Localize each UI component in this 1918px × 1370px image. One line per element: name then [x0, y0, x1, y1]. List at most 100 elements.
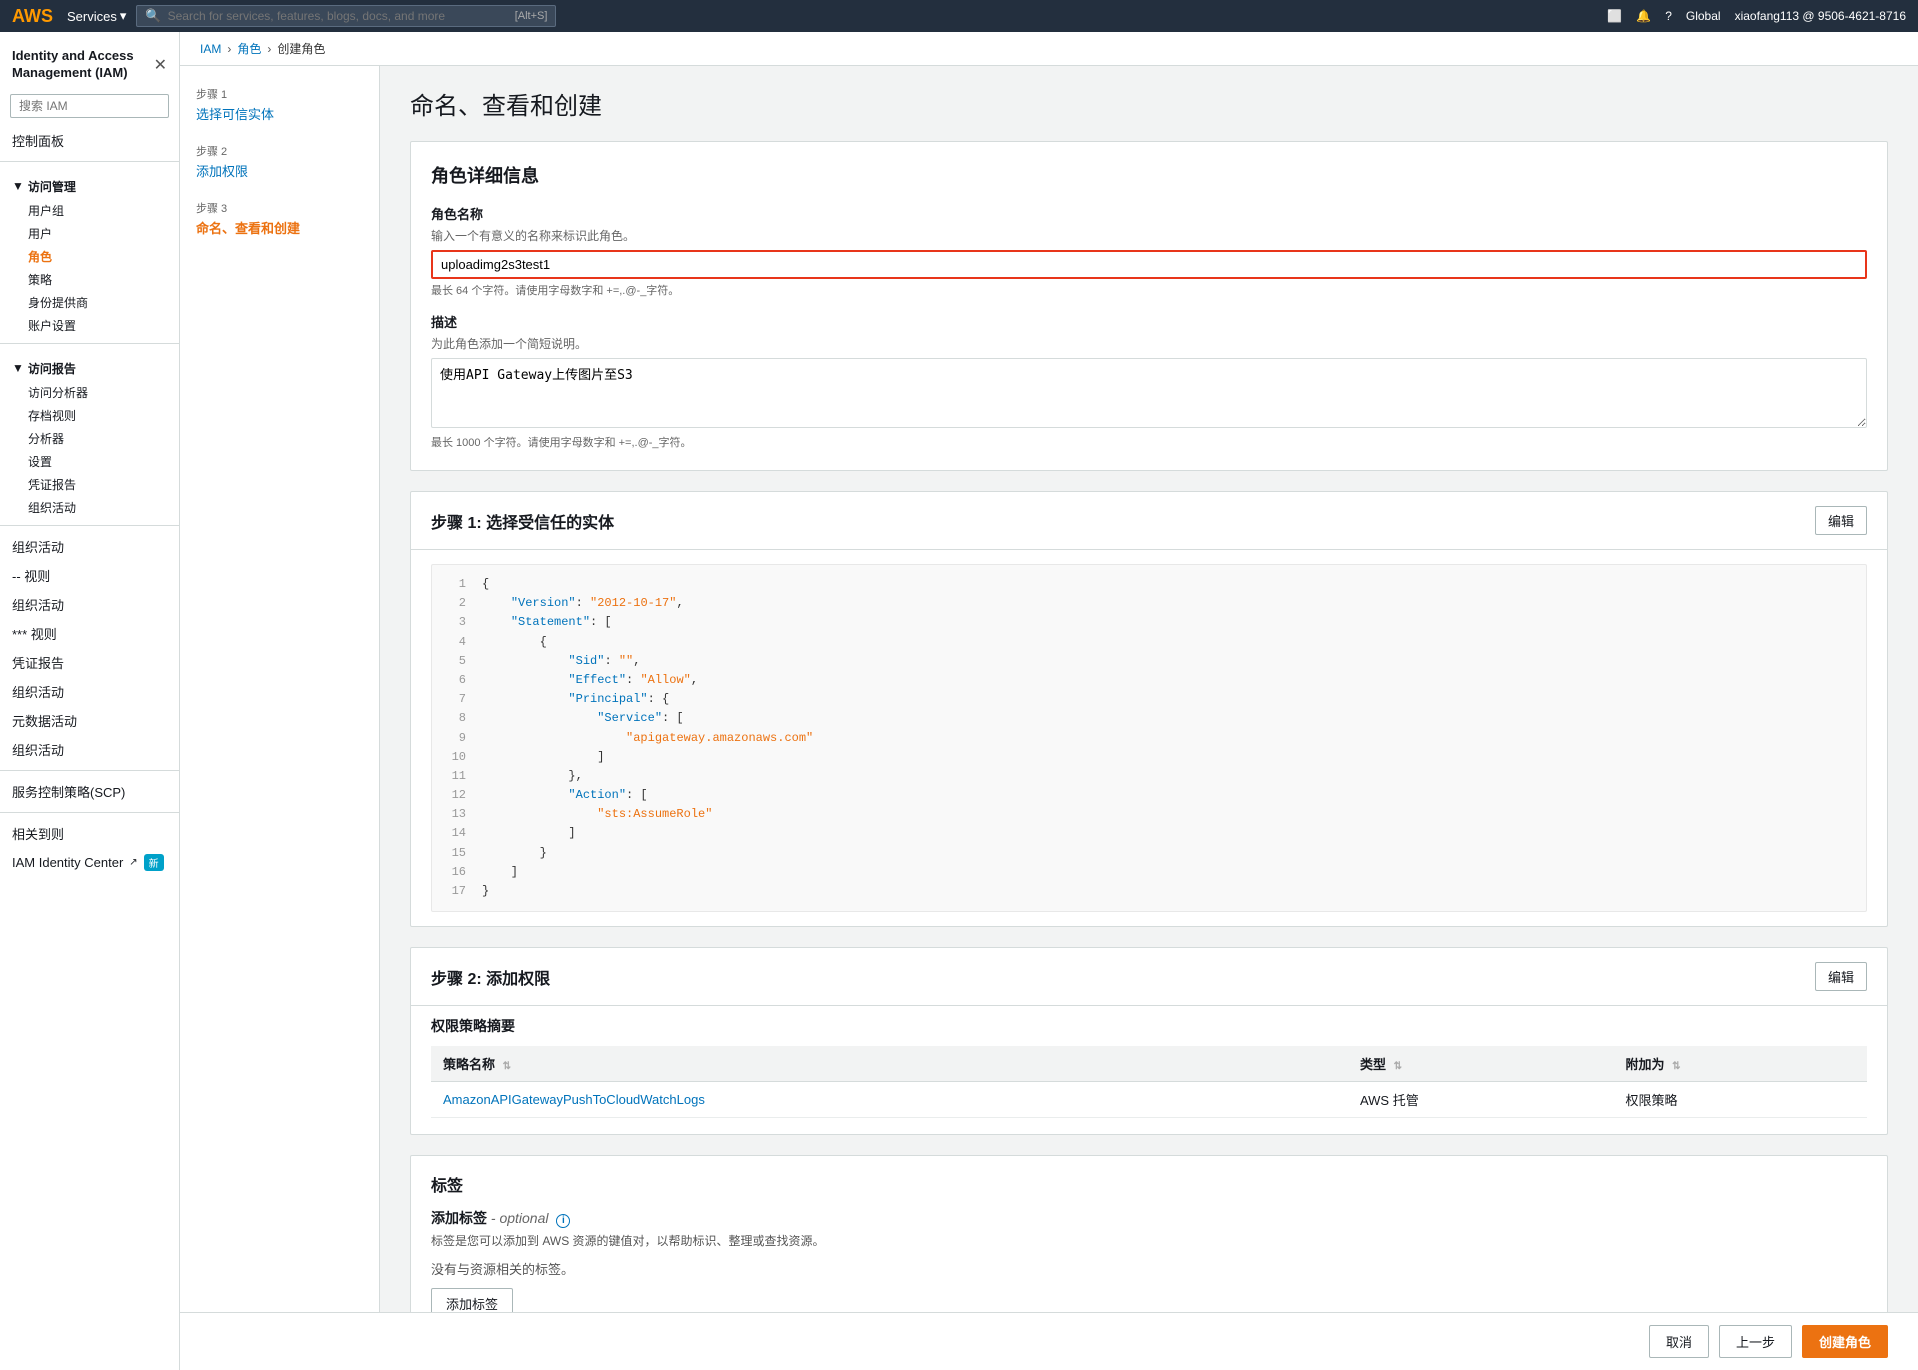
sidebar-section-access-reports[interactable]: ▼ 访问报告 [0, 350, 179, 381]
step2-section-title: 步骤 2: 添加权限 [431, 965, 550, 989]
top-navigation: AWS Services ▾ 🔍 [Alt+S] ⬜ 🔔 ? Global xi… [0, 0, 1918, 32]
search-icon: 🔍 [145, 8, 161, 24]
identity-center-label: IAM Identity Center [12, 855, 123, 870]
policy-table-wrapper: 权限策略摘要 策略名称 ⇅ 类型 ⇅ [411, 1006, 1887, 1134]
global-region-selector[interactable]: Global [1686, 9, 1721, 23]
role-name-input[interactable] [431, 250, 1867, 279]
page-wrapper: 步骤 1 选择可信实体 步骤 2 添加权限 步骤 3 命名、查看和创建 命名、查… [180, 66, 1918, 1370]
code-line-12: 12 "Action": [ [446, 786, 1852, 805]
sidebar-item-org-activity5[interactable]: *** 视则 [0, 619, 179, 648]
sidebar-item-roles[interactable]: 角色 [16, 245, 179, 268]
sidebar-item-access-analyzer[interactable]: 访问分析器 [16, 381, 179, 404]
external-link-icon: ↗ [129, 857, 137, 868]
section-arrow-icon: ▼ [12, 179, 24, 193]
sidebar-item-org-activity4[interactable]: 组织活动 [0, 590, 179, 619]
code-line-8: 8 "Service": [ [446, 709, 1852, 728]
sidebar-item-org-activity2[interactable]: 组织活动 [0, 532, 179, 561]
step-3-name[interactable]: 命名、查看和创建 [196, 218, 363, 237]
sidebar-title: Identity and Access Management (IAM) [12, 48, 154, 82]
sidebar-search-input[interactable] [10, 94, 169, 118]
services-menu[interactable]: Services ▾ [67, 8, 126, 24]
policy-type-cell: AWS 托管 [1348, 1082, 1613, 1118]
col-type-label: 类型 [1360, 1057, 1386, 1072]
sidebar-item-groups[interactable]: 用户组 [16, 199, 179, 222]
desc-textarea[interactable]: 使用API Gateway上传图片至S3 [431, 358, 1867, 428]
role-details-card: 角色详细信息 角色名称 输入一个有意义的名称来标识此角色。 最长 64 个字符。… [410, 141, 1888, 471]
policy-col-name[interactable]: 策略名称 ⇅ [431, 1046, 1348, 1082]
tags-info-icon[interactable]: i [556, 1214, 570, 1228]
step-3-item: 步骤 3 命名、查看和创建 [196, 200, 363, 237]
main-layout: Identity and Access Management (IAM) ✕ 控… [0, 32, 1918, 1370]
sidebar-close-icon[interactable]: ✕ [154, 55, 167, 75]
code-line-16: 16 ] [446, 863, 1852, 882]
steps-panel: 步骤 1 选择可信实体 步骤 2 添加权限 步骤 3 命名、查看和创建 [180, 66, 380, 1370]
form-area: 命名、查看和创建 角色详细信息 角色名称 输入一个有意义的名称来标识此角色。 最… [380, 66, 1918, 1370]
role-name-label: 角色名称 [431, 204, 1867, 223]
prev-step-button[interactable]: 上一步 [1719, 1325, 1792, 1358]
sidebar-item-identity-center[interactable]: IAM Identity Center ↗ 新 [0, 848, 179, 877]
sidebar-item-related[interactable]: 相关到则 [0, 819, 179, 848]
sidebar-item-credential2[interactable]: 凭证报告 [0, 648, 179, 677]
sidebar-section-access-mgmt[interactable]: ▼ 访问管理 [0, 168, 179, 199]
breadcrumb-roles[interactable]: 角色 [237, 40, 261, 57]
policy-col-type[interactable]: 类型 ⇅ [1348, 1046, 1613, 1082]
search-input[interactable] [168, 9, 509, 23]
sidebar-item-org7[interactable]: 元数据活动 [0, 706, 179, 735]
add-tags-subtitle: 添加标签 - optional i [431, 1208, 1867, 1228]
sidebar-item-archive-rules[interactable]: 存档视则 [16, 404, 179, 427]
section-arrow-icon2: ▼ [12, 361, 24, 375]
permissions-title: 权限策略摘要 [431, 1016, 1867, 1036]
aws-logo: AWS [12, 6, 53, 27]
sidebar-item-org8[interactable]: 组织活动 [0, 735, 179, 764]
sidebar-item-account-settings[interactable]: 账户设置 [16, 314, 179, 337]
breadcrumb: IAM › 角色 › 创建角色 [180, 32, 1918, 66]
code-line-1: 1{ [446, 575, 1852, 594]
step-3-label: 步骤 3 [196, 200, 363, 216]
code-line-17: 17} [446, 882, 1852, 901]
step1-edit-button[interactable]: 编辑 [1815, 506, 1867, 535]
code-line-10: 10 ] [446, 748, 1852, 767]
services-chevron-icon: ▾ [120, 8, 127, 24]
breadcrumb-current: 创建角色 [277, 40, 325, 57]
policy-table: 策略名称 ⇅ 类型 ⇅ 附加为 ⇅ [431, 1046, 1867, 1118]
step-2-name[interactable]: 添加权限 [196, 161, 363, 180]
step-1-name[interactable]: 选择可信实体 [196, 104, 363, 123]
sidebar-item-org6[interactable]: 组织活动 [0, 677, 179, 706]
sort-icon-name: ⇅ [503, 1061, 511, 1072]
cancel-button[interactable]: 取消 [1649, 1325, 1709, 1358]
sidebar-item-identity-providers[interactable]: 身份提供商 [16, 291, 179, 314]
breadcrumb-iam[interactable]: IAM [200, 42, 221, 56]
code-line-9: 9 "apigateway.amazonaws.com" [446, 729, 1852, 748]
step1-section-header: 步骤 1: 选择受信任的实体 编辑 [411, 492, 1887, 550]
table-row: AmazonAPIGatewayPushToCloudWatchLogs AWS… [431, 1082, 1867, 1118]
sidebar: Identity and Access Management (IAM) ✕ 控… [0, 32, 180, 1370]
global-search-bar[interactable]: 🔍 [Alt+S] [136, 5, 556, 27]
sidebar-item-policies[interactable]: 策略 [16, 268, 179, 291]
add-tags-hint: 标签是您可以添加到 AWS 资源的键值对，以帮助标识、整理或查找资源。 [431, 1232, 1867, 1249]
sidebar-item-credential-report[interactable]: 凭证报告 [16, 473, 179, 496]
sidebar-item-settings[interactable]: 设置 [16, 450, 179, 473]
optional-text: - optional [491, 1210, 549, 1226]
monitor-icon[interactable]: ⬜ [1607, 9, 1622, 23]
step2-section-header: 步骤 2: 添加权限 编辑 [411, 948, 1887, 1006]
add-tags-label: 添加标签 [431, 1210, 487, 1226]
sort-icon-type: ⇅ [1394, 1061, 1402, 1072]
user-menu[interactable]: xiaofang113 @ 9506-4621-8716 [1735, 9, 1906, 23]
sidebar-item-scp[interactable]: 服务控制策略(SCP) [0, 777, 179, 806]
section-label2: 访问报告 [28, 360, 76, 377]
create-role-button[interactable]: 创建角色 [1802, 1325, 1888, 1358]
policy-name-cell: AmazonAPIGatewayPushToCloudWatchLogs [431, 1082, 1348, 1118]
sidebar-item-analyzer[interactable]: 分析器 [16, 427, 179, 450]
sidebar-item-dashboard[interactable]: 控制面板 [0, 126, 179, 155]
policy-name-link[interactable]: AmazonAPIGatewayPushToCloudWatchLogs [443, 1092, 705, 1107]
policy-col-attached[interactable]: 附加为 ⇅ [1613, 1046, 1867, 1082]
sidebar-item-users[interactable]: 用户 [16, 222, 179, 245]
sidebar-header: Identity and Access Management (IAM) ✕ [0, 40, 179, 94]
col-attached-label: 附加为 [1625, 1057, 1664, 1072]
step2-edit-button[interactable]: 编辑 [1815, 962, 1867, 991]
bell-icon[interactable]: 🔔 [1636, 9, 1651, 23]
help-icon[interactable]: ? [1665, 9, 1672, 23]
main-content: IAM › 角色 › 创建角色 步骤 1 选择可信实体 步骤 2 添加权限 步骤… [180, 32, 1918, 1370]
sidebar-item-org-activity3[interactable]: -- 视则 [0, 561, 179, 590]
sidebar-item-org-activity[interactable]: 组织活动 [16, 496, 179, 519]
